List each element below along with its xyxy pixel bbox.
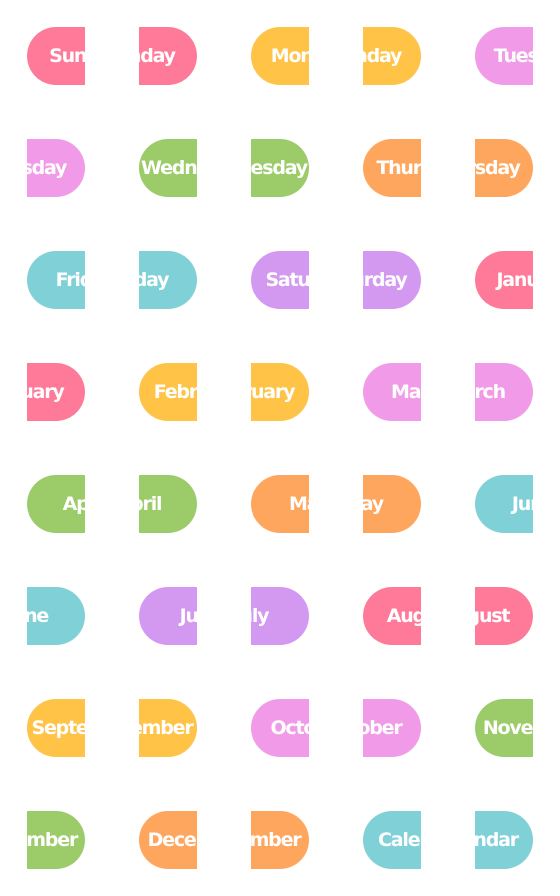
sticker-june-right-half[interactable]: June [27, 587, 85, 645]
sticker-sunday-left-half[interactable]: Sunday [27, 27, 85, 85]
sticker-saturday-left-half[interactable]: Saturday [251, 251, 309, 309]
sticker-thursday-left-half[interactable]: Thursday [363, 139, 421, 197]
sticker-label: June [475, 475, 533, 533]
sticker-july-right-half[interactable]: July [251, 587, 309, 645]
sticker-label: Tuesday [475, 27, 533, 85]
sticker-august-right-half[interactable]: August [475, 587, 533, 645]
sticker-may-right-half[interactable]: May [363, 475, 421, 533]
sticker-label: July [251, 587, 309, 645]
sticker-calendar-right-half[interactable]: Calendar [475, 811, 533, 869]
sticker-label: Sunday [27, 27, 85, 85]
sticker-march-right-half[interactable]: March [475, 363, 533, 421]
sticker-june-left-half[interactable]: June [475, 475, 533, 533]
sticker-saturday-right-half[interactable]: Saturday [363, 251, 421, 309]
sticker-label: September [139, 699, 197, 757]
sticker-october-right-half[interactable]: October [363, 699, 421, 757]
sticker-december-left-half[interactable]: December [139, 811, 197, 869]
sticker-sunday-right-half[interactable]: Sunday [139, 27, 197, 85]
sticker-label: December [139, 811, 197, 869]
sticker-wednesday-left-half[interactable]: Wednesday [139, 139, 197, 197]
sticker-label: Wednesday [251, 139, 309, 197]
sticker-august-left-half[interactable]: August [363, 587, 421, 645]
sticker-label: May [363, 475, 421, 533]
sticker-calendar-left-half[interactable]: Calendar [363, 811, 421, 869]
sticker-label: Monday [363, 27, 421, 85]
sticker-label: Friday [139, 251, 197, 309]
sticker-label: June [27, 587, 85, 645]
sticker-november-left-half[interactable]: November [475, 699, 533, 757]
sticker-label: November [475, 699, 533, 757]
sticker-label: July [139, 587, 197, 645]
sticker-march-left-half[interactable]: March [363, 363, 421, 421]
sticker-november-right-half[interactable]: November [27, 811, 85, 869]
sticker-label: December [251, 811, 309, 869]
sticker-label: Tuesday [27, 139, 85, 197]
sticker-april-left-half[interactable]: April [27, 475, 85, 533]
sticker-tuesday-left-half[interactable]: Tuesday [475, 27, 533, 85]
sticker-label: January [475, 251, 533, 309]
sticker-january-right-half[interactable]: January [27, 363, 85, 421]
sticker-label: October [251, 699, 309, 757]
sticker-label: October [363, 699, 421, 757]
sticker-september-left-half[interactable]: September [27, 699, 85, 757]
sticker-monday-left-half[interactable]: Monday [251, 27, 309, 85]
sticker-january-left-half[interactable]: January [475, 251, 533, 309]
sticker-tuesday-right-half[interactable]: Tuesday [27, 139, 85, 197]
sticker-label: April [139, 475, 197, 533]
sticker-label: Saturday [363, 251, 421, 309]
sticker-friday-right-half[interactable]: Friday [139, 251, 197, 309]
sticker-label: February [251, 363, 309, 421]
sticker-label: September [27, 699, 85, 757]
sticker-label: August [363, 587, 421, 645]
sticker-thursday-right-half[interactable]: Thursday [475, 139, 533, 197]
sticker-october-left-half[interactable]: October [251, 699, 309, 757]
sticker-september-right-half[interactable]: September [139, 699, 197, 757]
sticker-may-left-half[interactable]: May [251, 475, 309, 533]
sticker-label: Calendar [475, 811, 533, 869]
sticker-label: March [363, 363, 421, 421]
sticker-label: Calendar [363, 811, 421, 869]
sticker-december-right-half[interactable]: December [251, 811, 309, 869]
sticker-label: Saturday [251, 251, 309, 309]
sticker-february-left-half[interactable]: February [139, 363, 197, 421]
sticker-july-left-half[interactable]: July [139, 587, 197, 645]
sticker-label: Wednesday [139, 139, 197, 197]
sticker-label: November [27, 811, 85, 869]
sticker-monday-right-half[interactable]: Monday [363, 27, 421, 85]
sticker-label: Thursday [475, 139, 533, 197]
sticker-label: Friday [27, 251, 85, 309]
sticker-label: April [27, 475, 85, 533]
sticker-label: Sunday [139, 27, 197, 85]
sticker-label: Thursday [363, 139, 421, 197]
sticker-label: August [475, 587, 533, 645]
sticker-label: February [139, 363, 197, 421]
sticker-label: Monday [251, 27, 309, 85]
sticker-label: May [251, 475, 309, 533]
sticker-february-right-half[interactable]: February [251, 363, 309, 421]
sticker-april-right-half[interactable]: April [139, 475, 197, 533]
sticker-label: March [475, 363, 533, 421]
sticker-friday-left-half[interactable]: Friday [27, 251, 85, 309]
sticker-label: January [27, 363, 85, 421]
sticker-wednesday-right-half[interactable]: Wednesday [251, 139, 309, 197]
